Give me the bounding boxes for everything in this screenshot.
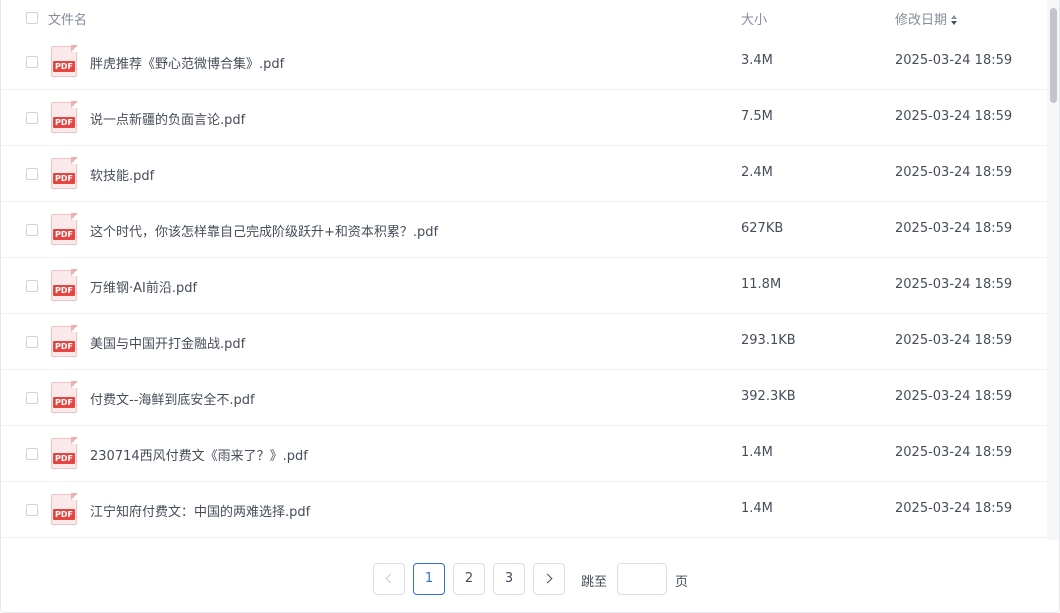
file-name-link[interactable]: 软技能.pdf (90, 165, 154, 184)
next-page-button[interactable] (533, 563, 565, 595)
row-checkbox[interactable] (26, 504, 38, 516)
file-modified-date: 2025-03-24 18:59 (895, 109, 1013, 124)
table-row[interactable]: PDF 美国与中国开打金融战.pdf 293.1KB 2025-03-24 18:59 (1, 314, 1047, 370)
page-suffix-label: 页 (675, 575, 689, 590)
sort-icon[interactable] (950, 14, 958, 26)
table-row[interactable]: PDF 江宁知府付费文：中国的两难选择.pdf 1.4M 2025-03-24 18:… (1, 482, 1047, 538)
file-modified-date: 2025-03-24 18:59 (895, 165, 1013, 180)
file-size: 7.5M (741, 109, 773, 124)
file-modified-date: 2025-03-24 18:59 (895, 501, 1013, 516)
column-header-date-label: 修改日期 (895, 13, 948, 28)
scrollbar-thumb[interactable] (1050, 8, 1057, 103)
file-type-tag: PDF (53, 397, 75, 408)
pdf-file-icon: PDF (51, 101, 78, 133)
file-type-tag: PDF (53, 173, 75, 184)
chevron-right-icon (542, 573, 553, 584)
pdf-file-icon: PDF (51, 45, 78, 77)
row-checkbox[interactable] (26, 224, 38, 236)
file-modified-date: 2025-03-24 18:59 (895, 389, 1013, 404)
file-size: 1.4M (741, 445, 773, 460)
row-checkbox[interactable] (26, 280, 38, 292)
select-all-checkbox[interactable] (26, 12, 38, 24)
file-name-link[interactable]: 这个时代，你该怎样靠自己完成阶级跃升+和资本积累？.pdf (90, 221, 438, 240)
table-row[interactable]: PDF 这个时代，你该怎样靠自己完成阶级跃升+和资本积累？.pdf 627KB 202… (1, 202, 1047, 258)
row-checkbox[interactable] (26, 448, 38, 460)
file-type-tag: PDF (53, 509, 75, 520)
table-row[interactable]: PDF 软技能.pdf 2.4M 2025-03-24 18:59 (1, 146, 1047, 202)
jump-page-input[interactable] (617, 563, 667, 595)
file-type-tag: PDF (53, 453, 75, 464)
file-size: 1.4M (741, 501, 773, 516)
prev-page-button[interactable] (373, 563, 405, 595)
file-size: 392.3KB (741, 389, 796, 404)
page-button-2[interactable]: 2 (453, 563, 485, 595)
pagination: 1 2 3 跳至 页 (1, 563, 1047, 595)
row-checkbox[interactable] (26, 336, 38, 348)
file-name-link[interactable]: 江宁知府付费文：中国的两难选择.pdf (90, 501, 310, 520)
jump-to-label: 跳至 (581, 575, 608, 590)
table-row[interactable]: PDF 万维钢·AI前沿.pdf 11.8M 2025-03-24 18:59 (1, 258, 1047, 314)
pdf-file-icon: PDF (51, 213, 78, 245)
pdf-file-icon: PDF (51, 437, 78, 469)
page-button-3[interactable]: 3 (493, 563, 525, 595)
file-list-panel: 文件名 大小 修改日期 PDF 胖虎推荐《野心范微博合集》.pdf 3.4M 2025… (0, 0, 1060, 613)
table-row[interactable]: PDF 付费文--海鲜到底安全不.pdf 392.3KB 2025-03-24 18:… (1, 370, 1047, 426)
file-name-link[interactable]: 说一点新疆的负面言论.pdf (90, 109, 245, 128)
pdf-file-icon: PDF (51, 269, 78, 301)
file-size: 3.4M (741, 53, 773, 68)
file-type-tag: PDF (53, 117, 75, 128)
file-name-link[interactable]: 230714西风付费文《雨来了？》.pdf (90, 445, 308, 464)
file-modified-date: 2025-03-24 18:59 (895, 53, 1013, 68)
file-name-link[interactable]: 美国与中国开打金融战.pdf (90, 333, 245, 352)
scrollbar[interactable] (1047, 0, 1059, 540)
file-modified-date: 2025-03-24 18:59 (895, 445, 1013, 460)
file-type-tag: PDF (53, 341, 75, 352)
column-header-date[interactable]: 修改日期 (895, 9, 958, 28)
table-row[interactable]: PDF 230714西风付费文《雨来了？》.pdf 1.4M 2025-03-24 1… (1, 426, 1047, 482)
file-name-link[interactable]: 万维钢·AI前沿.pdf (90, 277, 197, 296)
file-modified-date: 2025-03-24 18:59 (895, 277, 1013, 292)
file-name-link[interactable]: 胖虎推荐《野心范微博合集》.pdf (90, 53, 284, 72)
chevron-left-icon (385, 573, 396, 584)
pdf-file-icon: PDF (51, 325, 78, 357)
pdf-file-icon: PDF (51, 381, 78, 413)
page-button-1[interactable]: 1 (413, 563, 445, 595)
file-size: 11.8M (741, 277, 782, 292)
file-type-tag: PDF (53, 285, 75, 296)
file-size: 2.4M (741, 165, 773, 180)
pdf-file-icon: PDF (51, 157, 78, 189)
file-size: 293.1KB (741, 333, 796, 348)
row-checkbox[interactable] (26, 56, 38, 68)
row-checkbox[interactable] (26, 112, 38, 124)
file-type-tag: PDF (53, 61, 75, 72)
pdf-file-icon: PDF (51, 493, 78, 525)
row-checkbox[interactable] (26, 392, 38, 404)
file-type-tag: PDF (53, 229, 75, 240)
column-header-size[interactable]: 大小 (741, 9, 767, 28)
table-row[interactable]: PDF 说一点新疆的负面言论.pdf 7.5M 2025-03-24 18:59 (1, 90, 1047, 146)
file-modified-date: 2025-03-24 18:59 (895, 221, 1013, 236)
row-checkbox[interactable] (26, 168, 38, 180)
table-row[interactable]: PDF 胖虎推荐《野心范微博合集》.pdf 3.4M 2025-03-24 18:59 (1, 34, 1047, 90)
file-name-link[interactable]: 付费文--海鲜到底安全不.pdf (90, 389, 255, 408)
file-size: 627KB (741, 221, 784, 236)
column-header-name[interactable]: 文件名 (48, 9, 87, 28)
file-modified-date: 2025-03-24 18:59 (895, 333, 1013, 348)
table-header: 文件名 大小 修改日期 (1, 0, 1047, 34)
